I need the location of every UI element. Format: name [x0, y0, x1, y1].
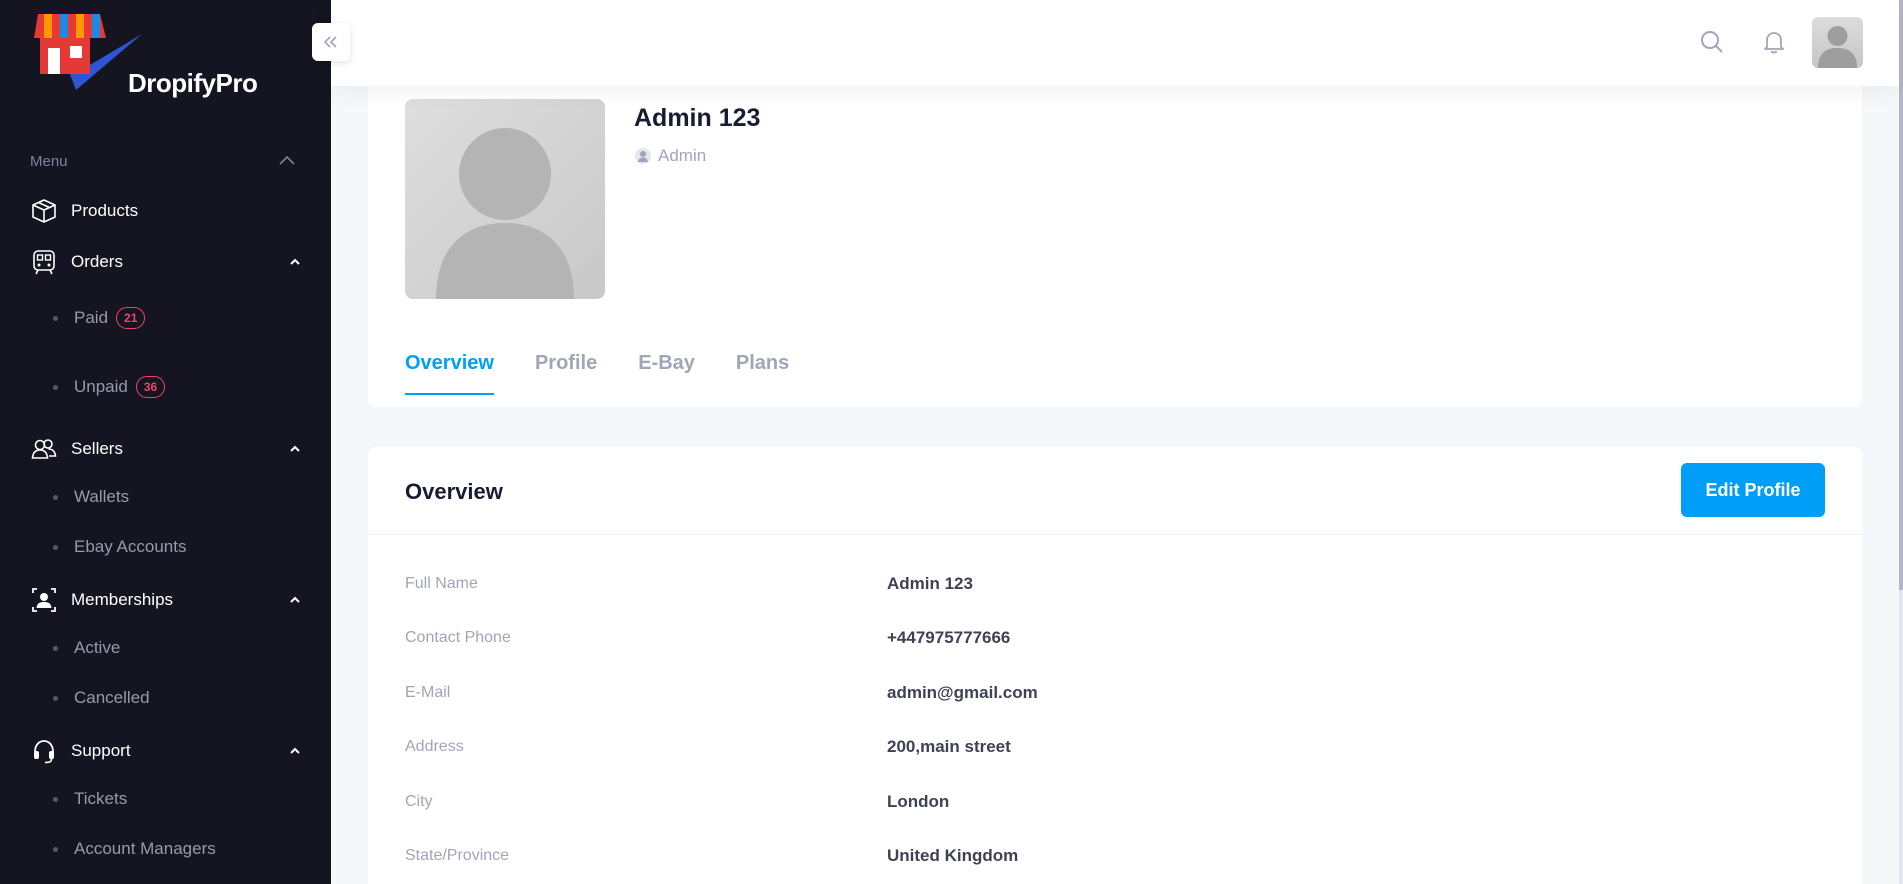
brand-name: DropifyPro	[128, 68, 258, 98]
tab-overview[interactable]: Overview	[405, 352, 494, 395]
sidebar-subitem-tickets[interactable]: Tickets	[53, 784, 127, 814]
chevron-up-icon	[285, 741, 305, 761]
sidebar-subitem-active[interactable]: Active	[53, 633, 120, 663]
sidebar-item-orders[interactable]: Orders	[30, 247, 305, 277]
search-icon[interactable]	[1696, 26, 1728, 58]
detail-row-contact-phone: Contact Phone +447975777666	[405, 623, 1805, 653]
sidebar-item-label: Sellers	[71, 439, 123, 458]
detail-label: Full Name	[405, 575, 478, 592]
user-circle-icon	[635, 148, 651, 164]
sidebar-subitem-cancelled[interactable]: Cancelled	[53, 683, 150, 713]
brand-logo[interactable]: DropifyPro	[30, 8, 258, 98]
sidebar: DropifyPro Menu Products Orders Paid 21 …	[0, 0, 331, 884]
box-icon	[30, 197, 58, 225]
bullet-icon	[53, 384, 58, 390]
detail-value: +447975777666	[887, 628, 1011, 647]
bullet-icon	[53, 645, 58, 651]
detail-row-city: City London	[405, 787, 1805, 817]
profile-name: Admin 123	[634, 104, 761, 132]
edit-profile-button[interactable]: Edit Profile	[1681, 463, 1825, 517]
sidebar-subitem-account-managers[interactable]: Account Managers	[53, 834, 216, 864]
profile-photo	[405, 99, 605, 299]
sidebar-subitem-ebay-accounts[interactable]: Ebay Accounts	[53, 532, 186, 562]
bullet-icon	[53, 494, 58, 500]
profile-role-label: Admin	[658, 146, 707, 165]
sidebar-subitem-label: Cancelled	[74, 688, 150, 707]
chevron-up-icon	[285, 590, 305, 610]
train-icon	[30, 248, 58, 276]
sidebar-item-sellers[interactable]: Sellers	[30, 434, 305, 464]
bullet-icon	[53, 796, 58, 802]
bullet-icon	[53, 846, 58, 852]
detail-label: State/Province	[405, 847, 510, 864]
users-icon	[30, 435, 58, 463]
sidebar-item-memberships[interactable]: Memberships	[30, 585, 305, 615]
bullet-icon	[53, 544, 58, 550]
tab-profile[interactable]: Profile	[535, 352, 597, 395]
detail-row-address: Address 200,main street	[405, 732, 1805, 762]
sidebar-toggle-button[interactable]	[312, 23, 350, 61]
bullet-icon	[53, 315, 58, 321]
detail-value: Admin 123	[887, 574, 973, 593]
detail-value: admin@gmail.com	[887, 683, 1038, 702]
detail-label: E-Mail	[405, 684, 451, 701]
tab-ebay[interactable]: E-Bay	[638, 352, 695, 395]
detail-value: United Kingdom	[887, 846, 1019, 865]
detail-row-state-province: State/Province United Kingdom	[405, 841, 1805, 871]
profile-card: Admin 123 Admin Overview Profile E-Bay P…	[368, 60, 1862, 407]
top-header	[331, 0, 1899, 86]
page-scrollbar[interactable]	[1899, 0, 1903, 884]
bullet-icon	[53, 695, 58, 701]
sidebar-subitem-paid[interactable]: Paid 21	[53, 303, 146, 333]
headset-icon	[30, 737, 58, 765]
count-badge: 36	[135, 376, 166, 398]
sidebar-subitem-wallets[interactable]: Wallets	[53, 482, 129, 512]
detail-value: 200,main street	[887, 737, 1011, 756]
profile-tabs: Overview Profile E-Bay Plans	[405, 352, 830, 395]
sidebar-subitem-label: Paid	[74, 308, 109, 327]
sidebar-item-label: Products	[71, 201, 139, 220]
detail-value: London	[887, 792, 950, 811]
sidebar-subitem-label: Unpaid	[74, 377, 128, 396]
profile-role: Admin	[634, 146, 706, 166]
overview-card: Overview Edit Profile Full Name Admin 12…	[368, 447, 1862, 884]
detail-row-email: E-Mail admin@gmail.com	[405, 678, 1805, 708]
double-chevron-left-icon	[323, 36, 337, 48]
count-badge: 21	[116, 307, 146, 329]
detail-row-full-name: Full Name Admin 123	[405, 569, 1805, 599]
sidebar-item-label: Orders	[71, 252, 123, 271]
detail-label: Address	[405, 738, 464, 755]
sidebar-item-products[interactable]: Products	[30, 196, 305, 226]
sidebar-item-support[interactable]: Support	[30, 736, 305, 766]
sidebar-item-label: Memberships	[71, 590, 174, 609]
user-avatar[interactable]	[1812, 17, 1863, 68]
sidebar-subitem-label: Ebay Accounts	[74, 537, 187, 556]
sidebar-item-label: Support	[71, 741, 131, 760]
user-silhouette-icon	[436, 128, 574, 299]
sidebar-subitem-unpaid[interactable]: Unpaid 36	[53, 372, 166, 402]
chevron-up-icon	[279, 155, 295, 165]
tab-plans[interactable]: Plans	[736, 352, 789, 395]
scrollbar-thumb[interactable]	[1899, 0, 1903, 590]
overview-header: Overview Edit Profile	[368, 447, 1862, 535]
menu-heading-label: Menu	[30, 152, 68, 170]
detail-label: City	[405, 793, 433, 810]
sidebar-subitem-label: Wallets	[74, 487, 130, 506]
chevron-up-icon	[285, 252, 305, 272]
sidebar-subitem-label: Tickets	[74, 789, 128, 808]
id-badge-icon	[30, 586, 58, 614]
chevron-up-icon	[285, 439, 305, 459]
bell-icon[interactable]	[1758, 26, 1790, 58]
overview-title: Overview	[405, 479, 503, 504]
user-silhouette-icon	[1818, 26, 1857, 68]
sidebar-subitem-label: Account Managers	[74, 839, 216, 858]
sidebar-subitem-label: Active	[74, 638, 121, 657]
menu-heading[interactable]: Menu	[30, 152, 296, 170]
detail-label: Contact Phone	[405, 629, 511, 646]
